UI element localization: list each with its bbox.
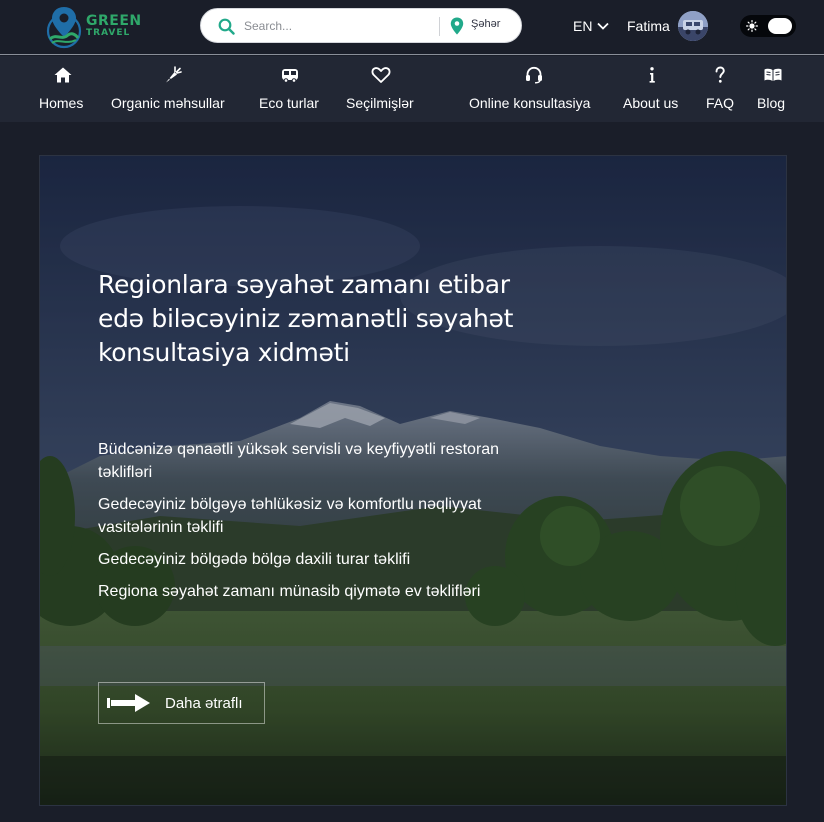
headset-icon [526,66,542,84]
nav-label: Organic məhsullar [111,95,225,111]
logo-line1: GREEN [86,13,142,29]
language-selector[interactable]: EN [573,18,592,34]
search-bar: Şəhər [200,8,522,43]
logo-wordmark: GREEN TRAVEL [86,14,142,38]
nav-item-secilmisler[interactable]: Seçilmişlər [346,56,418,122]
info-icon [649,67,655,83]
search-icon[interactable] [218,18,235,35]
logo-icon [46,7,82,49]
avatar[interactable] [678,11,708,41]
nav-label: About us [623,95,679,111]
search-divider [439,17,440,36]
nav-item-faq[interactable]: FAQ [706,56,736,122]
chevron-down-icon[interactable] [597,21,609,31]
benefit-item: Büdcənizə qənaətli yüksək servisli və ke… [98,441,500,481]
city-selector[interactable]: Şəhər [471,18,500,30]
search-input[interactable] [244,16,429,36]
logo[interactable]: GREEN TRAVEL [44,5,144,49]
benefit-item: Gedecəyiniz bölgədə bölgə daxili turar t… [98,551,411,568]
benefit-item: Regiona səyahət zamanı münasib qiymətə e… [98,583,481,600]
nav-label: Seçilmişlər [346,95,414,111]
nav-label: Eco turlar [259,95,319,111]
bus-icon [282,69,298,83]
benefit-item: Gedecəyiniz bölgəyə təhlükəsiz və komfor… [98,496,482,536]
nav-item-homes[interactable]: Homes [39,56,87,122]
nav-label: FAQ [706,95,735,111]
theme-toggle[interactable] [740,15,796,37]
main-nav: Homes Organic məhsullar Eco turlar Seçil… [0,56,824,122]
theme-toggle-knob [768,18,792,34]
hero-benefits-list: Büdcənizə qənaətli yüksək servisli və ke… [98,438,518,612]
nav-item-eco-turlar[interactable]: Eco turlar [259,56,323,122]
top-bar: GREEN TRAVEL Şəhər EN Fatima [0,0,824,55]
nav-item-blog[interactable]: Blog [757,56,789,122]
nav-item-organic[interactable]: Organic məhsullar [111,56,235,122]
nav-label: Blog [757,95,786,111]
arrow-right-icon [107,694,150,712]
carrot-icon [166,66,182,83]
avatar-image [678,11,708,41]
nav-label: Online konsultasiya [469,95,591,111]
sun-icon [746,20,758,32]
heart-icon [371,67,391,83]
logo-line2: TRAVEL [86,28,131,38]
nav-item-online-konsultasiya[interactable]: Online konsultasiya [469,56,599,122]
hero-section: Regionlara səyahət zamanı etibar edə bil… [39,155,787,806]
book-icon [764,68,782,81]
hero-title: Regionlara səyahət zamanı etibar edə bil… [98,270,514,367]
nav-item-about-us[interactable]: About us [623,56,683,122]
home-icon [54,67,72,83]
location-pin-icon [450,17,464,35]
more-info-label: Daha ətraflı [165,695,243,712]
nav-label: Homes [39,95,84,111]
more-info-button[interactable]: Daha ətraflı [98,682,265,724]
user-name[interactable]: Fatima [627,18,670,34]
question-icon [715,66,725,83]
